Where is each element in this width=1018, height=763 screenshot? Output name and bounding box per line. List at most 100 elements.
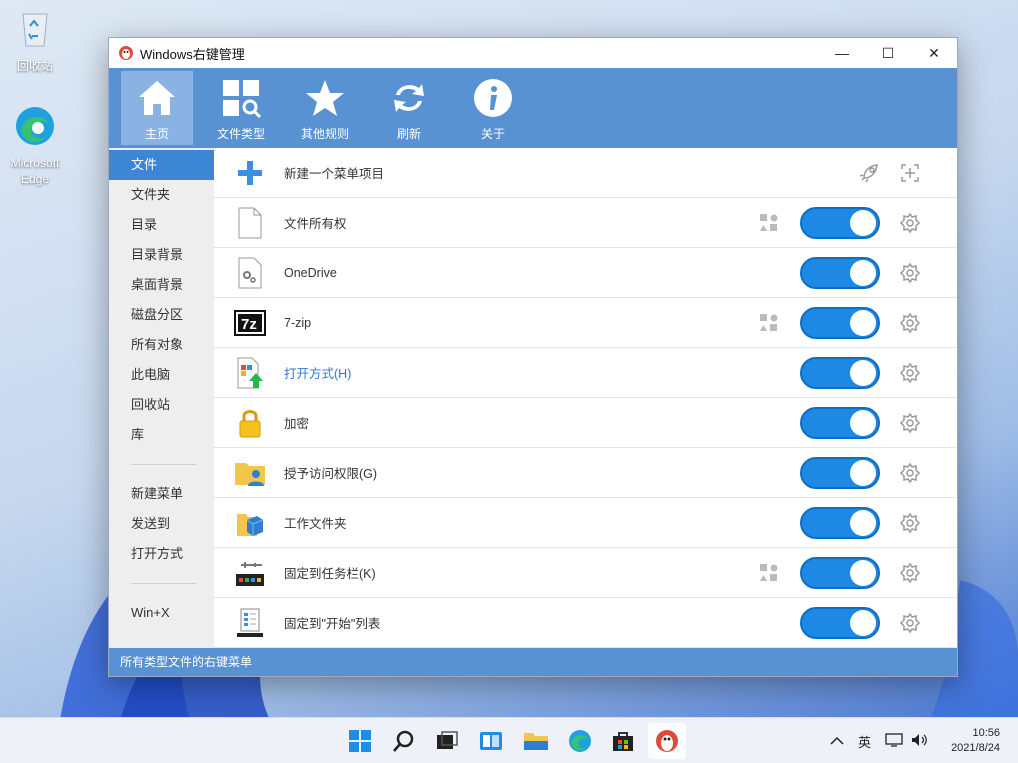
edge-taskbar-button[interactable]	[561, 723, 599, 759]
home-icon	[139, 81, 175, 115]
start-button[interactable]	[341, 723, 379, 759]
sidebar-item-desktop-background[interactable]: 桌面背景	[109, 270, 214, 300]
widgets-button[interactable]	[472, 723, 510, 759]
app-window: Windows右键管理 — ☐ ✕ 主页 文件类型 其他规则 刷新 关于 文件 …	[108, 37, 958, 677]
sidebar-item-directory-background[interactable]: 目录背景	[109, 240, 214, 270]
sidebar-item-recycle-bin[interactable]: 回收站	[109, 390, 214, 420]
sidebar-item-file[interactable]: 文件	[109, 150, 214, 180]
close-button[interactable]: ✕	[911, 38, 957, 68]
edge-icon	[569, 730, 591, 752]
list-item: 7z 7-zip	[214, 298, 957, 348]
edge-label: Microsoft Edge	[10, 156, 60, 186]
settings-gear-icon[interactable]	[899, 362, 921, 384]
file-types-icon	[223, 80, 262, 119]
settings-gear-icon[interactable]	[899, 262, 921, 284]
penguin-app-button[interactable]	[648, 723, 686, 759]
plus-icon	[234, 157, 266, 189]
sidebar-item-new-menu[interactable]: 新建菜单	[109, 479, 214, 509]
enable-toggle[interactable]	[800, 456, 880, 489]
rocket-icon[interactable]	[858, 162, 880, 184]
sidebar-item-library[interactable]: 库	[109, 420, 214, 450]
settings-gear-icon[interactable]	[899, 462, 921, 484]
lock-icon	[234, 407, 266, 439]
ime-indicator[interactable]: 英	[858, 732, 871, 751]
settings-gear-icon[interactable]	[899, 562, 921, 584]
toolbar-refresh[interactable]: 刷新	[373, 71, 445, 145]
enable-toggle[interactable]	[800, 306, 880, 339]
toolbar-about[interactable]: 关于	[457, 71, 529, 145]
list-item: 固定到任务栏(K)	[214, 548, 957, 598]
7zip-icon: 7z	[234, 307, 266, 339]
task-view-icon	[437, 731, 458, 749]
list-item: 加密	[214, 398, 957, 448]
list-item: 固定到"开始"列表	[214, 598, 957, 648]
new-item-label: 新建一个菜单项目	[284, 167, 385, 181]
sidebar-item-open-with[interactable]: 打开方式	[109, 539, 214, 569]
enable-toggle[interactable]	[800, 556, 880, 589]
desktop-recycle-bin[interactable]: 回收站	[0, 6, 70, 74]
open-with-icon	[234, 357, 266, 389]
network-icon[interactable]	[885, 732, 903, 750]
sidebar-item-send-to[interactable]: 发送到	[109, 509, 214, 539]
search-button[interactable]	[385, 723, 423, 759]
sidebar-item-winx[interactable]: Win+X	[109, 598, 214, 628]
add-menu-icon[interactable]	[899, 162, 921, 184]
clock-date: 2021/8/24	[951, 742, 1000, 754]
shapes-icon[interactable]	[759, 313, 779, 333]
settings-gear-icon[interactable]	[899, 412, 921, 434]
enable-toggle[interactable]	[800, 406, 880, 439]
enable-toggle[interactable]	[800, 606, 880, 639]
pin-taskbar-icon	[234, 557, 266, 589]
maximize-button[interactable]: ☐	[865, 38, 911, 68]
clock-time: 10:56	[972, 727, 1000, 739]
settings-gear-icon[interactable]	[899, 512, 921, 534]
chevron-up-icon[interactable]	[830, 734, 844, 749]
search-icon	[393, 730, 414, 752]
new-item-row[interactable]: 新建一个菜单项目	[214, 148, 957, 198]
toolbar-other-rules[interactable]: 其他规则	[289, 71, 361, 145]
taskbar: 英 10:56 2021/8/24	[0, 717, 1018, 763]
edge-icon	[16, 107, 54, 145]
sidebar-item-this-pc[interactable]: 此电脑	[109, 360, 214, 390]
list-item: 授予访问权限(G)	[214, 448, 957, 498]
minimize-button[interactable]: —	[819, 38, 865, 68]
enable-toggle[interactable]	[800, 256, 880, 289]
enable-toggle[interactable]	[800, 506, 880, 539]
list-item: 打开方式(H)	[214, 348, 957, 398]
window-title: Windows右键管理	[140, 46, 245, 62]
desktop-edge[interactable]: Microsoft Edge	[0, 104, 70, 187]
sidebar-divider	[131, 464, 196, 465]
shapes-icon[interactable]	[759, 213, 779, 233]
clock[interactable]: 10:56 2021/8/24	[951, 726, 1000, 756]
store-button[interactable]	[604, 723, 642, 759]
blank-file-icon	[234, 207, 266, 239]
toolbar-about-label: 关于	[480, 127, 505, 141]
sidebar-item-folder[interactable]: 文件夹	[109, 180, 214, 210]
share-folder-icon	[234, 457, 266, 489]
widgets-icon	[480, 732, 502, 750]
settings-gear-icon[interactable]	[899, 212, 921, 234]
star-icon	[306, 80, 344, 116]
pin-start-icon	[234, 607, 266, 639]
task-view-button[interactable]	[428, 723, 466, 759]
sidebar-item-drive[interactable]: 磁盘分区	[109, 300, 214, 330]
settings-gear-icon[interactable]	[899, 612, 921, 634]
menu-item-list: 新建一个菜单项目 文件所有权 OneDrive 7z 7-zip 打开方式(H)…	[214, 148, 957, 648]
toolbar-refresh-label: 刷新	[396, 127, 421, 141]
toolbar-file-types[interactable]: 文件类型	[205, 71, 277, 145]
toolbar-home[interactable]: 主页	[121, 71, 193, 145]
enable-toggle[interactable]	[800, 206, 880, 239]
list-item: 文件所有权	[214, 198, 957, 248]
sidebar-item-all-objects[interactable]: 所有对象	[109, 330, 214, 360]
gear-file-icon	[234, 257, 266, 289]
info-icon	[474, 79, 512, 117]
file-explorer-button[interactable]	[517, 723, 555, 759]
settings-gear-icon[interactable]	[899, 312, 921, 334]
shapes-icon[interactable]	[759, 563, 779, 583]
title-bar[interactable]: Windows右键管理 — ☐ ✕	[109, 38, 957, 68]
app-penguin-icon	[119, 46, 133, 60]
volume-icon[interactable]	[911, 733, 929, 750]
sidebar-item-directory[interactable]: 目录	[109, 210, 214, 240]
enable-toggle[interactable]	[800, 356, 880, 389]
store-icon	[613, 732, 633, 751]
